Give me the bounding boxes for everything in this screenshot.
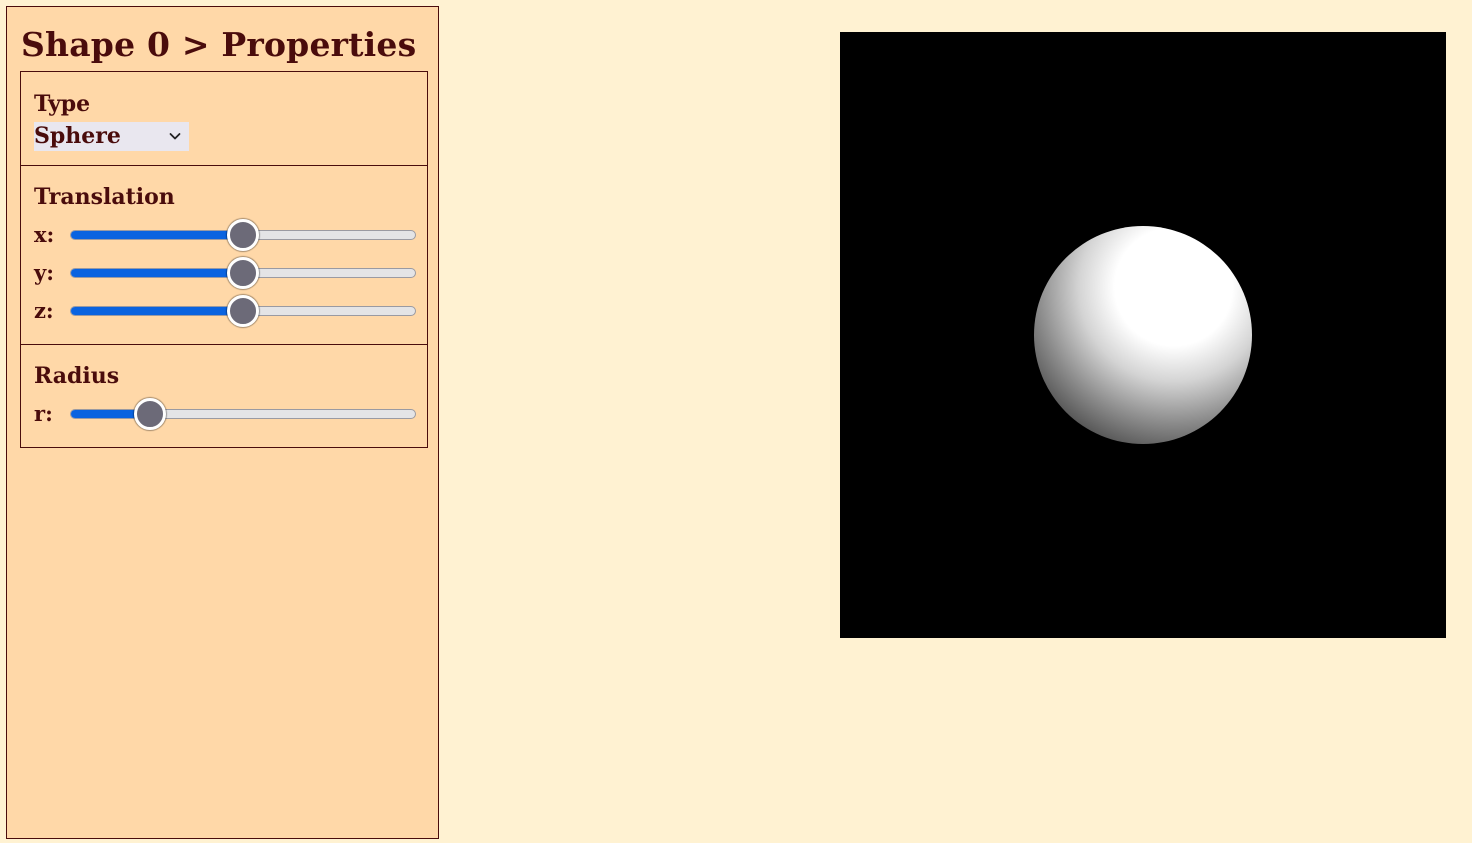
translation-heading: Translation — [34, 184, 175, 210]
slider-x-label: x: — [34, 222, 55, 247]
slider-y-label: y: — [34, 260, 54, 285]
slider-x-thumb[interactable] — [227, 219, 259, 251]
slider-r-label: r: — [34, 401, 53, 426]
slider-z-row: z: — [34, 294, 416, 328]
slider-y-thumb[interactable] — [227, 257, 259, 289]
slider-r-thumb[interactable] — [133, 398, 166, 430]
shape-type-value: Sphere — [34, 123, 121, 149]
slider-r-track[interactable] — [70, 409, 416, 419]
slider-y-row: y: — [34, 256, 416, 290]
chevron-down-icon — [169, 133, 181, 140]
slider-y-fill — [71, 269, 243, 277]
slider-z-label: z: — [34, 298, 54, 323]
panel-title: Shape 0 > Properties — [21, 25, 417, 64]
radius-section: Radius r: — [20, 344, 428, 448]
shape-type-select[interactable]: Sphere — [34, 122, 189, 151]
render-viewport[interactable] — [840, 32, 1446, 638]
slider-r-row: r: — [34, 397, 416, 431]
translation-section: Translation x: y: z: — [20, 165, 428, 345]
radius-heading: Radius — [34, 363, 120, 389]
slider-x-fill — [71, 231, 243, 239]
type-heading: Type — [34, 91, 91, 117]
slider-z-thumb[interactable] — [227, 295, 259, 327]
properties-panel: Shape 0 > Properties Type Sphere Transla… — [6, 6, 439, 839]
type-section: Type Sphere — [20, 71, 428, 166]
slider-x-row: x: — [34, 218, 416, 252]
rendered-sphere — [1034, 226, 1252, 444]
slider-z-fill — [71, 307, 243, 315]
